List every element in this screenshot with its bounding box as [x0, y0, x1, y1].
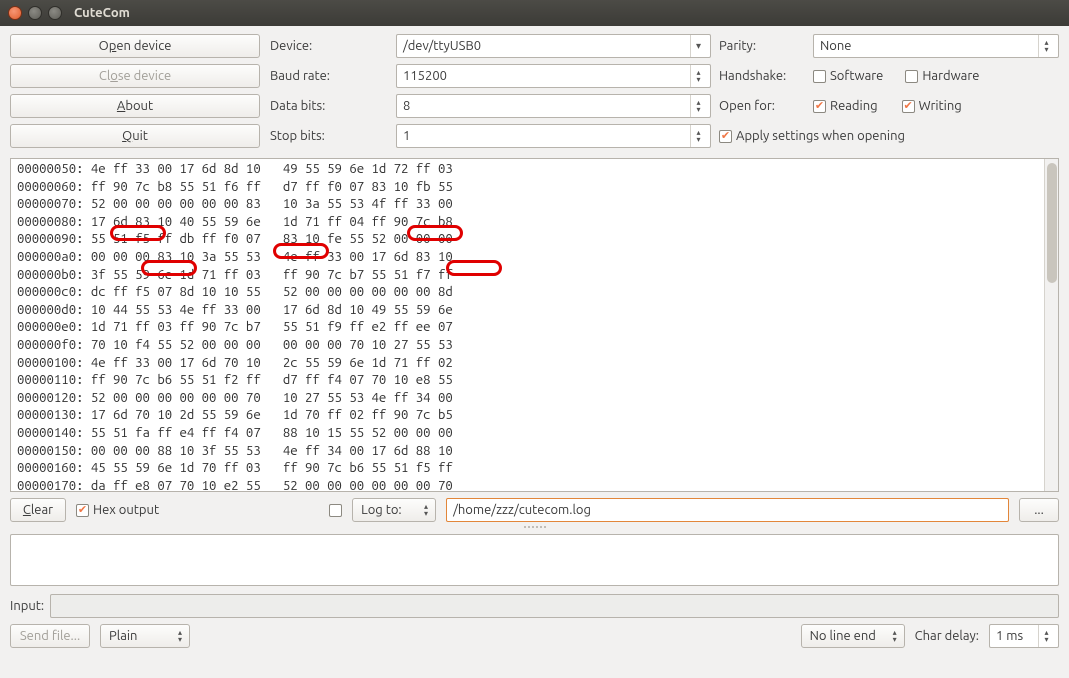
history-box[interactable]	[10, 534, 1059, 586]
handshake-label: Handshake:	[719, 69, 805, 83]
stopbits-label: Stop bits:	[268, 129, 388, 143]
spin-arrows-icon[interactable]: ▴▾	[1038, 625, 1054, 647]
databits-label: Data bits:	[268, 99, 388, 113]
databits-value: 8	[403, 99, 410, 113]
parity-combo[interactable]: None ▴▾	[813, 34, 1059, 58]
clear-button[interactable]: Clear	[10, 498, 66, 522]
line-end-combo[interactable]: No line end ▴▾	[801, 624, 905, 648]
spin-arrows-icon[interactable]: ▴▾	[690, 125, 706, 147]
stopbits-value: 1	[403, 129, 410, 143]
stopbits-combo[interactable]: 1 ▴▾	[396, 124, 711, 148]
hexdump-area: 00000050: 4e ff 33 00 17 6d 8d 10 49 55 …	[10, 158, 1059, 492]
databits-combo[interactable]: 8 ▴▾	[396, 94, 711, 118]
parity-value: None	[820, 39, 852, 53]
char-delay-input[interactable]: 1 ms ▴▾	[989, 624, 1059, 648]
window-title: CuteCom	[74, 6, 130, 20]
close-icon[interactable]	[8, 6, 22, 20]
spin-arrows-icon: ▴▾	[419, 503, 433, 517]
scrollbar-vertical[interactable]	[1044, 159, 1058, 491]
writing-checkbox[interactable]: Writing	[902, 99, 962, 113]
input-label: Input:	[10, 599, 44, 613]
settings-grid: Open device Device: /dev/ttyUSB0 ▾ Parit…	[10, 34, 1059, 148]
openfor-label: Open for:	[719, 99, 805, 113]
reading-checkbox[interactable]: Reading	[813, 99, 878, 113]
hexdump-text: 00000050: 4e ff 33 00 17 6d 8d 10 49 55 …	[11, 159, 1058, 492]
device-label: Device:	[268, 39, 388, 53]
spin-arrows-icon: ▴▾	[888, 629, 902, 643]
log-enable-checkbox[interactable]	[329, 504, 342, 517]
baud-value: 115200	[403, 69, 447, 83]
baud-label: Baud rate:	[268, 69, 388, 83]
browse-button[interactable]: ...	[1019, 498, 1059, 522]
char-delay-label: Char delay:	[915, 629, 979, 643]
hex-output-checkbox[interactable]: Hex output	[76, 503, 159, 517]
chevron-down-icon[interactable]: ▾	[690, 35, 706, 57]
quit-button[interactable]: Quit	[10, 124, 260, 148]
minimize-icon[interactable]	[28, 6, 42, 20]
titlebar: CuteCom	[0, 0, 1069, 26]
maximize-icon[interactable]	[48, 6, 62, 20]
close-device-button[interactable]: Close device	[10, 64, 260, 88]
log-path-input[interactable]: /home/zzz/cutecom.log	[446, 498, 1009, 522]
spin-arrows-icon[interactable]: ▴▾	[690, 95, 706, 117]
apply-checkbox[interactable]: Apply settings when opening	[719, 129, 905, 143]
send-mode-combo[interactable]: Plain ▴▾	[100, 624, 190, 648]
device-combo[interactable]: /dev/ttyUSB0 ▾	[396, 34, 711, 58]
send-file-button[interactable]: Send file...	[10, 624, 90, 648]
splitter-grip[interactable]	[515, 526, 555, 532]
hardware-checkbox[interactable]: Hardware	[905, 69, 979, 83]
spin-arrows-icon: ▴▾	[173, 629, 187, 643]
scrollbar-thumb[interactable]	[1047, 163, 1057, 283]
log-path-value: /home/zzz/cutecom.log	[453, 503, 591, 517]
logto-combo[interactable]: Log to: ▴▾	[352, 498, 436, 522]
software-checkbox[interactable]: Software	[813, 69, 883, 83]
about-button[interactable]: About	[10, 94, 260, 118]
baud-combo[interactable]: 115200 ▴▾	[396, 64, 711, 88]
parity-label: Parity:	[719, 39, 805, 53]
device-value: /dev/ttyUSB0	[403, 39, 481, 53]
spin-arrows-icon[interactable]: ▴▾	[690, 65, 706, 87]
spin-arrows-icon[interactable]: ▴▾	[1038, 35, 1054, 57]
input-field[interactable]	[50, 594, 1059, 618]
open-device-button[interactable]: Open device	[10, 34, 260, 58]
